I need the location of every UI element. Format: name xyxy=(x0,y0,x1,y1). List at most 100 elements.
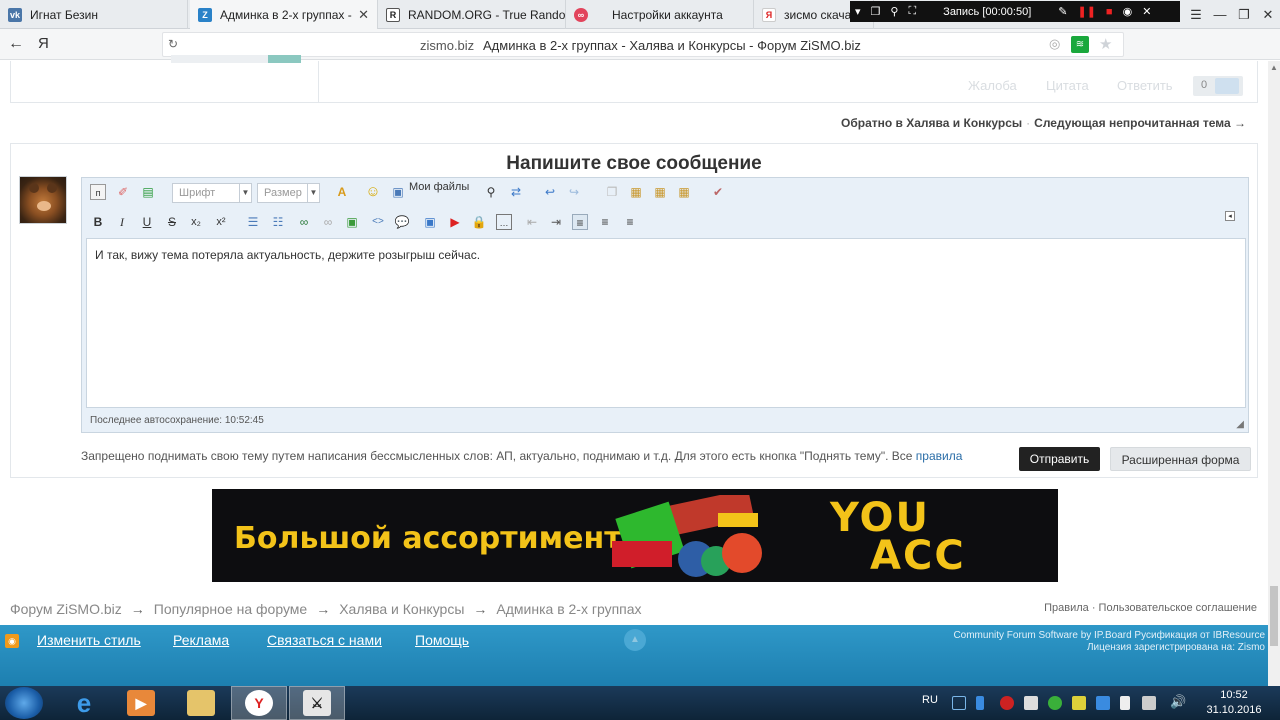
change-style-link[interactable]: Изменить стиль xyxy=(37,632,141,648)
spoiler-lock-icon[interactable]: 🔒 xyxy=(471,214,487,230)
bullet-list-icon[interactable]: ☰ xyxy=(245,214,261,230)
underline-icon[interactable]: U xyxy=(139,214,155,230)
back-to-section-link[interactable]: Обратно в Халява и Конкурсы xyxy=(841,116,1022,130)
tray-icon[interactable] xyxy=(976,696,984,710)
outdent-icon[interactable]: ⇤ xyxy=(524,214,540,230)
tray-icon[interactable] xyxy=(1024,696,1038,710)
yandex-home-button[interactable]: Я xyxy=(38,35,49,52)
align-left-icon[interactable]: ≡ xyxy=(572,214,588,230)
binoculars-icon[interactable]: ⚲ xyxy=(483,184,499,200)
site-info-icon[interactable]: ◎ xyxy=(1049,36,1060,52)
tray-icon[interactable] xyxy=(1096,696,1110,710)
tab-zismo[interactable]: Z Админка в 2-х группах - ✕ xyxy=(190,0,378,29)
superscript-icon[interactable]: x² xyxy=(213,214,229,230)
scroll-top-icon[interactable]: ▲ xyxy=(624,629,646,651)
avatar[interactable] xyxy=(19,176,67,224)
advanced-form-button[interactable]: Расширенная форма xyxy=(1110,447,1251,471)
quote-link[interactable]: Цитата xyxy=(1046,78,1089,93)
bookmark-star-icon[interactable]: ★ xyxy=(1099,35,1112,53)
scroll-up-icon[interactable]: ▲ xyxy=(1270,63,1278,72)
tray-record-icon[interactable] xyxy=(1000,696,1014,710)
files-icon[interactable]: ▣ xyxy=(390,184,406,200)
flag-icon[interactable] xyxy=(1142,696,1156,710)
send-button[interactable]: Отправить xyxy=(1019,447,1100,471)
close-window-icon[interactable]: ✕ xyxy=(1256,7,1280,23)
tray-icon[interactable] xyxy=(1072,696,1086,710)
breadcrumb-section[interactable]: Халява и Конкурсы xyxy=(339,601,464,617)
my-files-button[interactable]: Мои файлы xyxy=(409,181,469,193)
paste-icon[interactable]: ▦ xyxy=(628,184,644,200)
page-scrollbar[interactable]: ▲ xyxy=(1268,61,1280,686)
taskbar-ie[interactable]: e xyxy=(56,686,112,720)
network-icon[interactable] xyxy=(1120,696,1130,710)
next-unread-link[interactable]: Следующая непрочитанная тема → xyxy=(1034,116,1246,130)
redo-icon[interactable]: ↪ xyxy=(566,184,582,200)
scroll-thumb[interactable] xyxy=(1270,586,1278,646)
hidden-text-icon[interactable]: … xyxy=(496,214,512,230)
bold-icon[interactable]: B xyxy=(90,214,106,230)
reload-icon[interactable]: ↻ xyxy=(168,37,178,51)
subscript-icon[interactable]: x₂ xyxy=(188,214,204,230)
ad-banner[interactable]: Большой ассортимент YOU ACC xyxy=(212,489,1058,582)
tab-random-org[interactable]: R RANDOM.ORG - True Rando xyxy=(378,0,566,29)
breadcrumb-popular[interactable]: Популярное на форуме xyxy=(154,601,307,617)
minimize-icon[interactable]: — xyxy=(1208,7,1232,22)
language-indicator[interactable]: RU xyxy=(922,694,938,706)
pause-icon[interactable]: ❚❚ xyxy=(1077,5,1095,18)
restore-icon[interactable]: ❐ xyxy=(1232,7,1256,23)
address-field[interactable]: ↻ zismo.biz Админка в 2-х группах - Халя… xyxy=(162,32,1124,57)
contact-link[interactable]: Связаться с нами xyxy=(267,632,382,648)
back-arrow-icon[interactable]: ← xyxy=(8,35,24,53)
special-char-icon[interactable]: ▤ xyxy=(140,184,156,200)
tray-icon[interactable] xyxy=(1048,696,1062,710)
taskbar-yandex[interactable]: Y xyxy=(231,686,287,720)
taskbar-cs[interactable]: ⚔ xyxy=(289,686,345,720)
window-icon[interactable]: ❐ xyxy=(871,5,881,18)
youtube-icon[interactable]: ▶ xyxy=(447,214,463,230)
spellcheck-icon[interactable]: ✔ xyxy=(710,184,726,200)
system-clock[interactable]: 10:52 31.10.2016 xyxy=(1206,688,1262,718)
reply-link[interactable]: Ответить xyxy=(1117,78,1173,93)
stop-icon[interactable]: ■ xyxy=(1106,6,1113,18)
text-color-icon[interactable]: A xyxy=(334,184,350,200)
volume-icon[interactable]: 🔊 xyxy=(1170,694,1186,710)
breadcrumb-topic[interactable]: Админка в 2-х группах xyxy=(496,601,641,617)
unlink-icon[interactable]: ∞ xyxy=(320,214,336,230)
image-icon[interactable]: ▣ xyxy=(344,214,360,230)
tray-icon[interactable] xyxy=(952,696,966,710)
align-center-icon[interactable]: ≡ xyxy=(597,214,613,230)
pencil-icon[interactable]: ✎ xyxy=(1058,5,1067,18)
paste-text-icon[interactable]: ▦ xyxy=(652,184,668,200)
zoom-icon[interactable]: ⚲ xyxy=(890,5,898,18)
italic-icon[interactable]: I xyxy=(114,214,130,230)
replace-icon[interactable]: ⇄ xyxy=(508,184,524,200)
undo-icon[interactable]: ↩ xyxy=(542,184,558,200)
paste-word-icon[interactable]: ▦ xyxy=(676,184,692,200)
advertising-link[interactable]: Реклама xyxy=(173,632,229,648)
close-recorder-icon[interactable]: ✕ xyxy=(1142,5,1151,18)
align-right-icon[interactable]: ≡ xyxy=(622,214,638,230)
code-icon[interactable]: <> xyxy=(370,214,386,230)
help-link[interactable]: Помощь xyxy=(415,632,469,648)
emoticon-icon[interactable]: ☺ xyxy=(365,184,381,200)
rules-agreement-links[interactable]: Правила · Пользовательское соглашение xyxy=(1044,602,1257,614)
menu-icon[interactable]: ☰ xyxy=(1184,7,1208,23)
copy-icon[interactable]: ❐ xyxy=(604,184,620,200)
media-icon[interactable]: ▣ xyxy=(422,214,438,230)
close-tab-icon[interactable]: ✕ xyxy=(358,7,369,23)
size-select[interactable]: Размер ▼ xyxy=(257,183,320,203)
eraser-icon[interactable]: ✐ xyxy=(115,184,131,200)
rules-link[interactable]: правила xyxy=(916,449,963,463)
camera-icon[interactable]: ◉ xyxy=(1123,5,1133,18)
taskbar-explorer[interactable] xyxy=(173,686,229,720)
font-select[interactable]: Шрифт ▼ xyxy=(172,183,252,203)
collapse-toolbar-icon[interactable]: ◂ xyxy=(1225,211,1235,221)
source-icon[interactable]: п xyxy=(90,184,106,200)
quote-icon[interactable]: 💬 xyxy=(394,214,410,230)
numbered-list-icon[interactable]: ☷ xyxy=(270,214,286,230)
taskbar-media[interactable]: ▶ xyxy=(113,686,169,720)
indent-icon[interactable]: ⇥ xyxy=(548,214,564,230)
resize-handle-icon[interactable]: ◢ xyxy=(1236,419,1244,430)
link-icon[interactable]: ∞ xyxy=(296,214,312,230)
message-textarea[interactable]: И так, вижу тема потеряла актуальность, … xyxy=(86,238,1246,408)
